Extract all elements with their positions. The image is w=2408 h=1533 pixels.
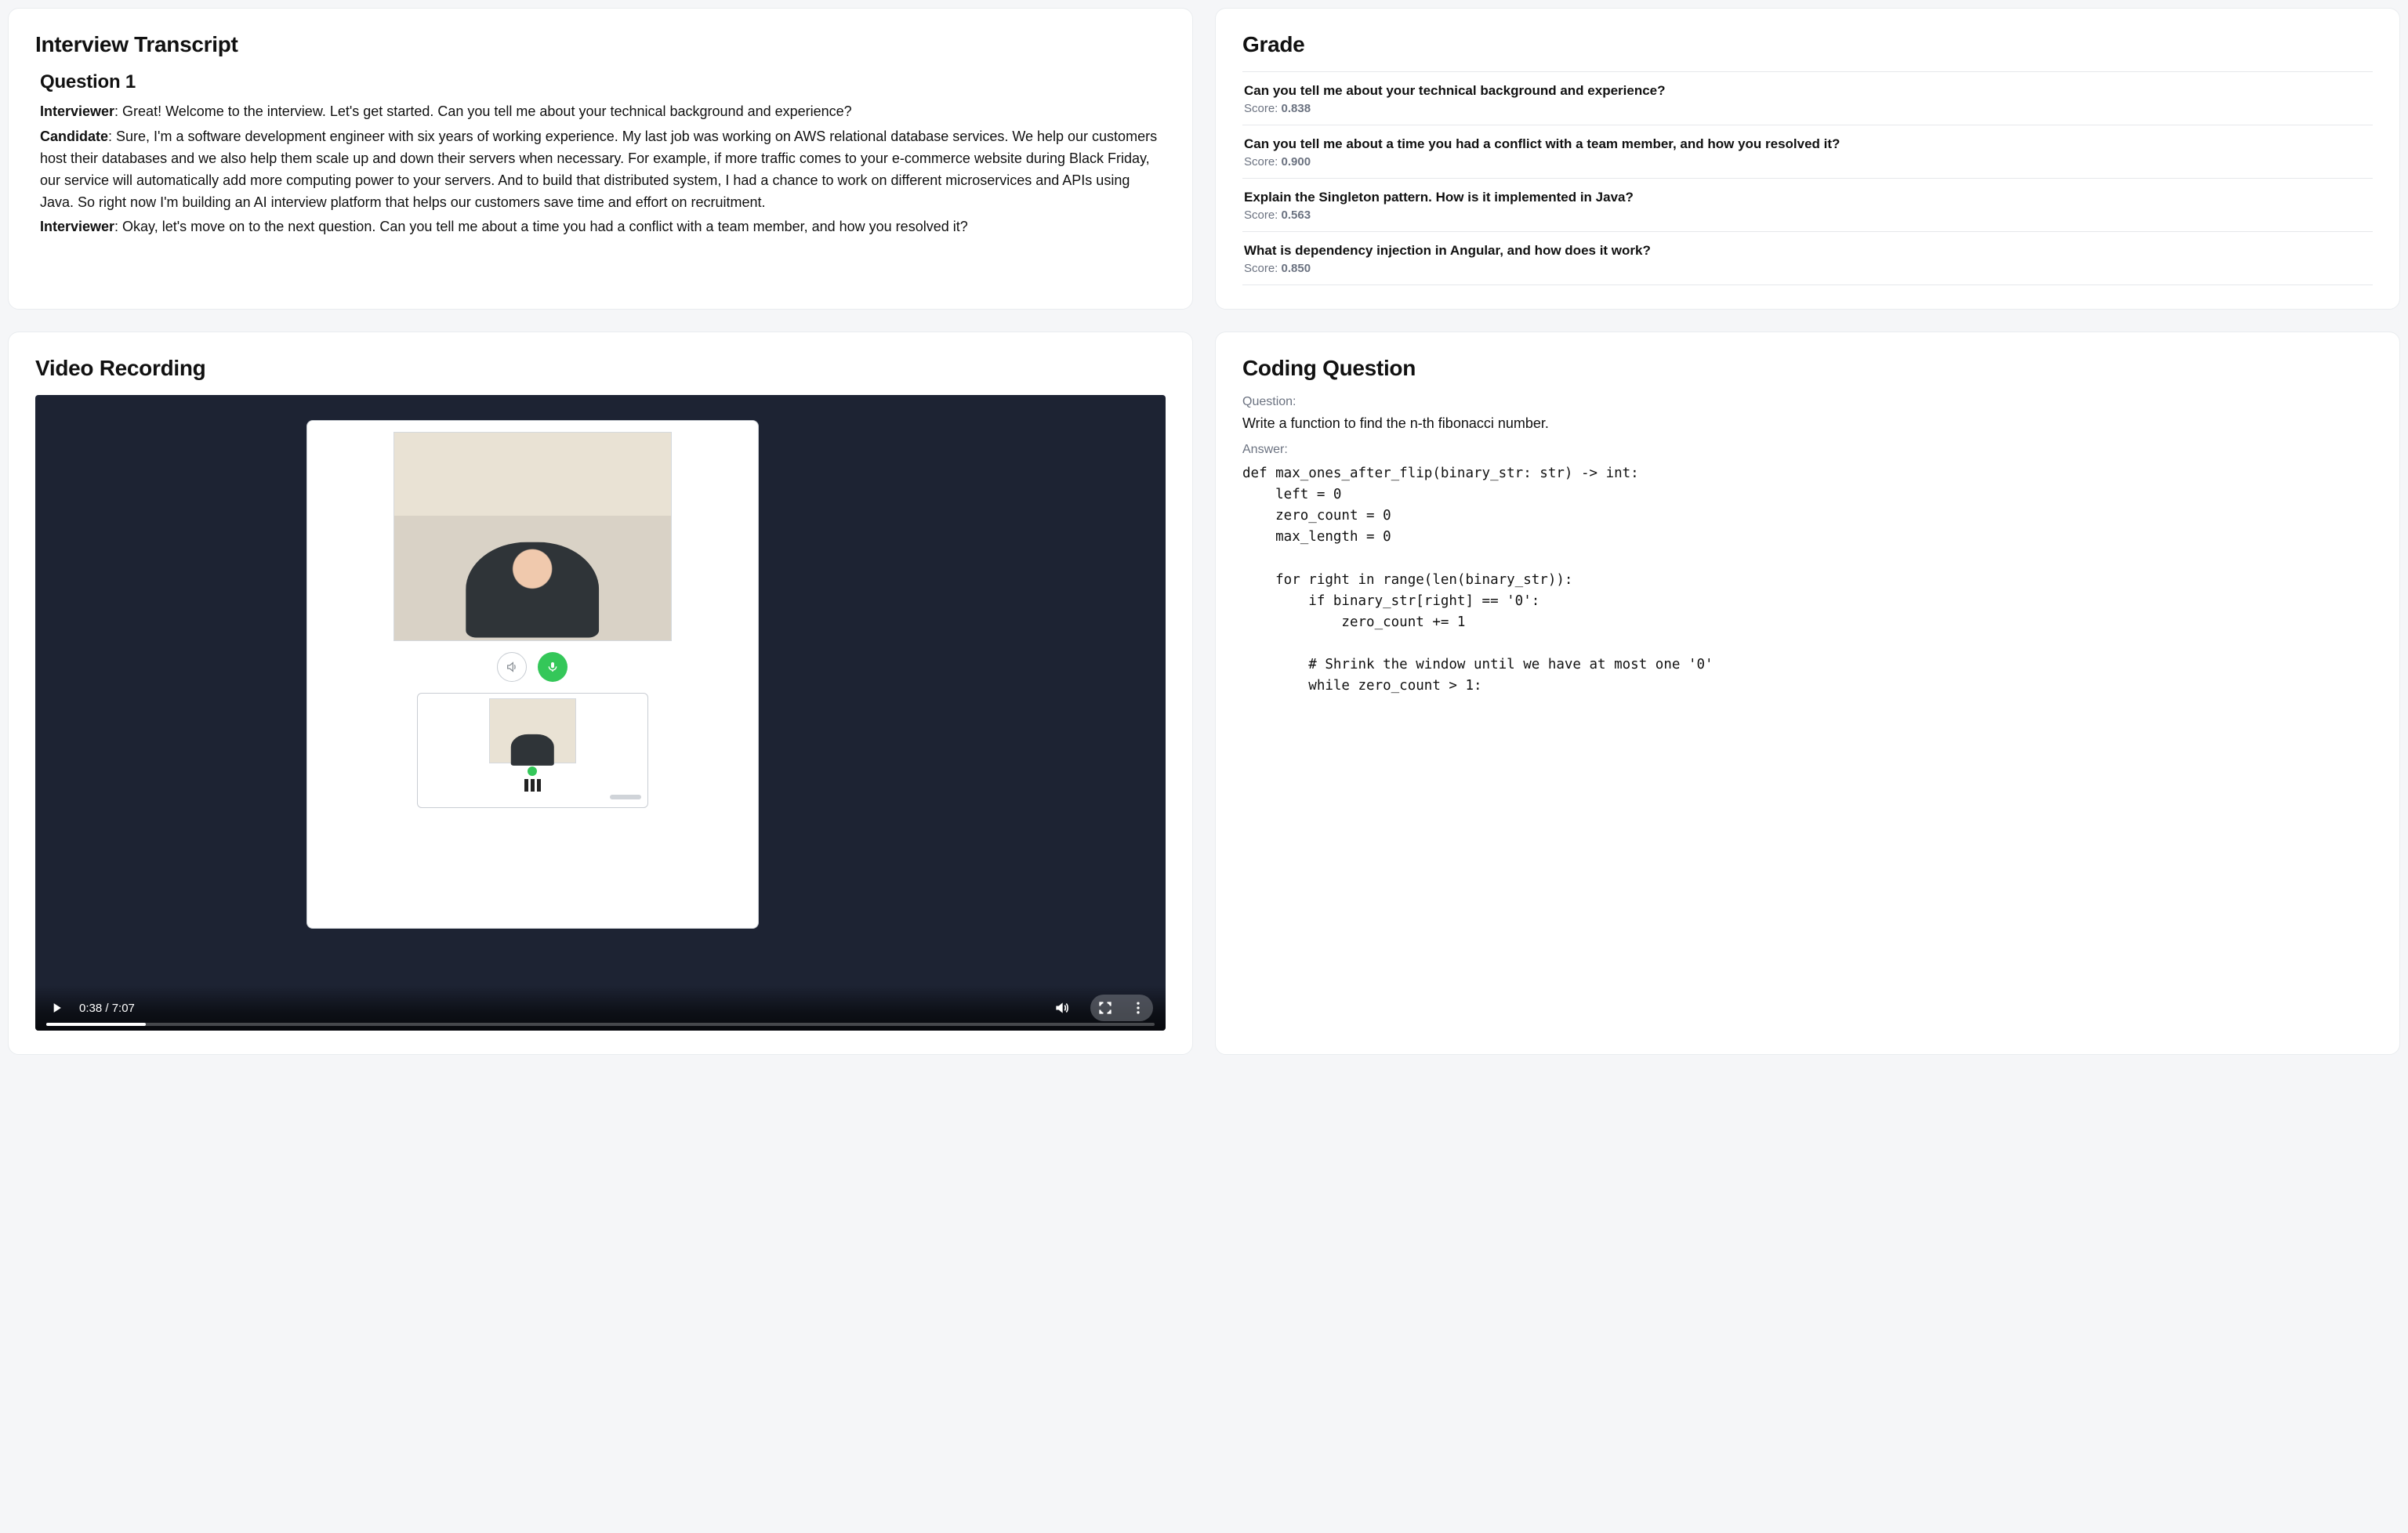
transcript-turn: Interviewer: Okay, let's move on to the … (40, 216, 1161, 238)
webcam-thumbnail (393, 432, 672, 641)
grade-score: Score: 0.838 (1244, 102, 2371, 115)
utterance-text: : Okay, let's move on to the next questi… (114, 219, 968, 234)
play-button[interactable] (48, 999, 65, 1017)
video-time-label: 0:38 / 7:07 (79, 1002, 135, 1015)
grade-question: What is dependency injection in Angular,… (1244, 243, 2371, 259)
question-label: Question: (1242, 395, 2373, 409)
coding-question-panel: Coding Question Question: Write a functi… (1215, 332, 2400, 1055)
microphone-icon (538, 652, 568, 682)
speaker-role: Interviewer (40, 103, 114, 119)
transcript-turn: Interviewer: Great! Welcome to the inter… (40, 101, 1161, 123)
grade-score: Score: 0.900 (1244, 155, 2371, 169)
nested-preview (417, 693, 648, 808)
video-content-preview (306, 420, 759, 929)
grade-question: Explain the Singleton pattern. How is it… (1244, 190, 2371, 205)
panel-title: Video Recording (35, 356, 1166, 381)
video-recording-panel: Video Recording (8, 332, 1193, 1055)
grade-score: Score: 0.850 (1244, 262, 2371, 275)
grade-question: Can you tell me about a time you had a c… (1244, 136, 2371, 152)
interview-transcript-panel: Interview Transcript Question 1 Intervie… (8, 8, 1193, 310)
grade-panel: Grade Can you tell me about your technic… (1215, 8, 2400, 310)
speaker-icon (497, 652, 527, 682)
video-progress-bar[interactable] (46, 1023, 1155, 1026)
utterance-text: : Sure, I'm a software development engin… (40, 129, 1157, 210)
volume-button[interactable] (1053, 999, 1070, 1017)
grade-row[interactable]: What is dependency injection in Angular,… (1242, 232, 2373, 285)
answer-code: def max_ones_after_flip(binary_str: str)… (1242, 463, 2373, 697)
answer-label: Answer: (1242, 443, 2373, 457)
speaker-role: Interviewer (40, 219, 114, 234)
fullscreen-button[interactable] (1097, 999, 1114, 1017)
question-heading: Question 1 (40, 71, 1161, 93)
grade-list: Can you tell me about your technical bac… (1242, 71, 2373, 285)
panel-title: Interview Transcript (35, 32, 1166, 57)
more-options-button[interactable] (1130, 999, 1147, 1017)
grade-row[interactable]: Can you tell me about your technical bac… (1242, 71, 2373, 125)
panel-title: Grade (1242, 32, 2373, 57)
transcript-body: Question 1 Interviewer: Great! Welcome t… (35, 71, 1166, 241)
panel-title: Coding Question (1242, 356, 2373, 381)
utterance-text: : Great! Welcome to the interview. Let's… (114, 103, 852, 119)
video-controls-bar: 0:38 / 7:07 (35, 985, 1166, 1031)
question-text: Write a function to find the n-th fibona… (1242, 415, 2373, 432)
call-controls (497, 652, 568, 682)
speaker-role: Candidate (40, 129, 108, 144)
grade-row[interactable]: Can you tell me about a time you had a c… (1242, 125, 2373, 179)
grade-row[interactable]: Explain the Singleton pattern. How is it… (1242, 179, 2373, 232)
transcript-turn: Candidate: Sure, I'm a software developm… (40, 126, 1161, 214)
grade-question: Can you tell me about your technical bac… (1244, 83, 2371, 99)
video-player[interactable]: 0:38 / 7:07 (35, 395, 1166, 1031)
grade-score: Score: 0.563 (1244, 208, 2371, 222)
